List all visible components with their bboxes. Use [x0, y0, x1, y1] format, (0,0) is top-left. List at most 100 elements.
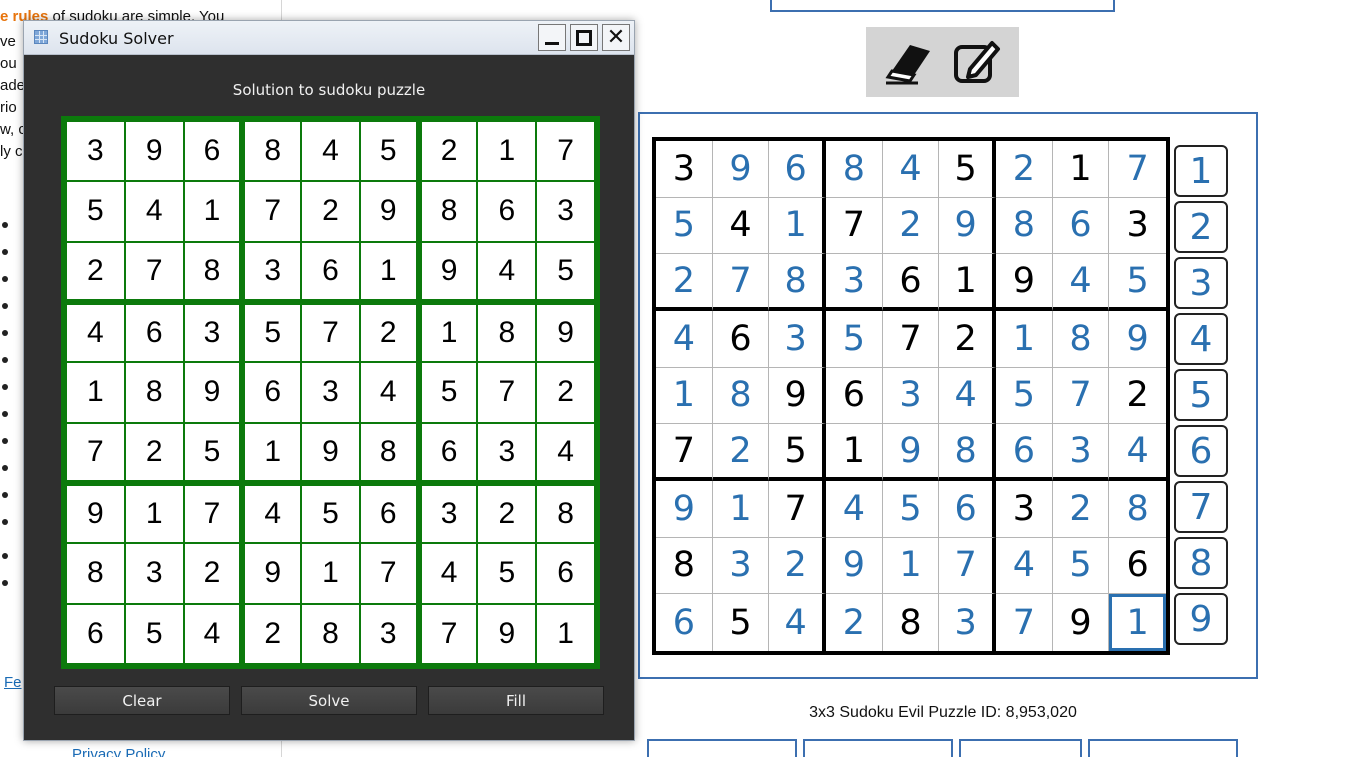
bottom-button-2[interactable]: [803, 739, 953, 757]
maximize-button[interactable]: [570, 24, 598, 51]
web-grid-cell[interactable]: 3: [769, 311, 826, 368]
web-grid-cell[interactable]: 3: [939, 594, 996, 651]
web-grid-cell[interactable]: 7: [1052, 367, 1110, 425]
web-grid-cell[interactable]: 2: [939, 311, 996, 368]
numpad-button-9[interactable]: 9: [1174, 593, 1228, 645]
web-grid-cell[interactable]: 6: [939, 481, 996, 538]
eraser-icon[interactable]: [884, 37, 934, 87]
web-grid-cell[interactable]: 5: [1109, 254, 1166, 311]
web-grid-cell[interactable]: 5: [1052, 537, 1110, 595]
web-grid-cell[interactable]: 4: [826, 481, 883, 538]
web-grid-cell[interactable]: 1: [656, 367, 713, 425]
web-grid-cell[interactable]: 7: [769, 481, 826, 538]
web-grid-cell[interactable]: 4: [712, 197, 770, 255]
web-grid-cell[interactable]: 3: [826, 254, 883, 311]
web-grid-cell[interactable]: 8: [769, 254, 826, 311]
web-grid-cell[interactable]: 2: [882, 197, 940, 255]
web-grid-cell[interactable]: 1: [996, 311, 1053, 368]
web-grid-cell[interactable]: 3: [656, 141, 713, 198]
solve-button[interactable]: Solve: [241, 686, 417, 715]
web-grid-cell[interactable]: 1: [1109, 594, 1166, 651]
web-grid-cell[interactable]: 3: [996, 481, 1053, 538]
web-grid-cell[interactable]: 8: [1109, 481, 1166, 538]
close-button[interactable]: ✕: [602, 24, 630, 51]
web-grid-cell[interactable]: 2: [1109, 368, 1166, 425]
web-grid-cell[interactable]: 3: [882, 367, 940, 425]
privacy-policy-link[interactable]: Privacy Policy: [72, 746, 165, 757]
web-grid-cell[interactable]: 3: [712, 537, 770, 595]
numpad-button-6[interactable]: 6: [1174, 425, 1228, 477]
web-grid-cell[interactable]: 6: [1109, 538, 1166, 595]
web-grid-cell[interactable]: 1: [826, 424, 883, 481]
web-grid-cell[interactable]: 7: [656, 424, 713, 481]
web-grid-cell[interactable]: 4: [656, 311, 713, 368]
numpad-button-4[interactable]: 4: [1174, 313, 1228, 365]
web-grid-cell[interactable]: 6: [1052, 197, 1110, 255]
web-grid-cell[interactable]: 2: [656, 254, 713, 311]
web-grid-cell[interactable]: 5: [826, 311, 883, 368]
bottom-button-4[interactable]: [1088, 739, 1238, 757]
window-titlebar[interactable]: Sudoku Solver ✕: [24, 21, 634, 55]
web-grid-cell[interactable]: 9: [1109, 311, 1166, 368]
web-grid-cell[interactable]: 7: [712, 254, 770, 311]
fill-button[interactable]: Fill: [428, 686, 604, 715]
web-grid-cell[interactable]: 8: [656, 537, 713, 595]
web-grid-cell[interactable]: 8: [996, 197, 1053, 255]
web-grid-cell[interactable]: 5: [882, 481, 940, 538]
web-grid-cell[interactable]: 6: [712, 311, 770, 368]
web-grid-cell[interactable]: 4: [1052, 254, 1110, 311]
web-grid-cell[interactable]: 7: [1109, 141, 1166, 198]
web-grid-cell[interactable]: 6: [826, 367, 883, 425]
web-grid-cell[interactable]: 5: [713, 594, 770, 651]
web-grid-cell[interactable]: 9: [656, 481, 713, 538]
web-grid-cell[interactable]: 6: [996, 424, 1053, 481]
web-grid-cell[interactable]: 3: [1109, 198, 1166, 255]
web-grid-cell[interactable]: 6: [656, 594, 713, 651]
web-grid-cell[interactable]: 9: [826, 537, 883, 595]
web-grid-cell[interactable]: 7: [939, 537, 996, 595]
web-grid-cell[interactable]: 7: [826, 197, 883, 255]
web-grid-cell[interactable]: 1: [882, 537, 940, 595]
web-grid-cell[interactable]: 2: [769, 537, 826, 595]
footer-link[interactable]: Fe: [4, 674, 22, 691]
clear-button[interactable]: Clear: [54, 686, 230, 715]
web-grid-cell[interactable]: 9: [712, 141, 770, 198]
web-grid-cell[interactable]: 9: [882, 424, 940, 481]
web-grid-cell[interactable]: 5: [996, 367, 1053, 425]
web-grid-cell[interactable]: 9: [1053, 594, 1110, 651]
web-grid-cell[interactable]: 4: [769, 594, 826, 651]
web-grid-cell[interactable]: 2: [712, 424, 770, 481]
web-grid-cell[interactable]: 4: [882, 141, 940, 198]
numpad-button-5[interactable]: 5: [1174, 369, 1228, 421]
minimize-button[interactable]: [538, 24, 566, 51]
web-grid-cell[interactable]: 4: [996, 537, 1053, 595]
web-grid-cell[interactable]: 8: [1052, 311, 1110, 368]
web-grid-cell[interactable]: 8: [826, 141, 883, 198]
web-grid-cell[interactable]: 5: [939, 141, 996, 198]
web-grid-cell[interactable]: 9: [939, 197, 996, 255]
numpad-button-1[interactable]: 1: [1174, 145, 1228, 197]
web-grid-cell[interactable]: 3: [1052, 424, 1110, 481]
web-grid-cell[interactable]: 1: [712, 481, 770, 538]
web-grid-cell[interactable]: 8: [939, 424, 996, 481]
web-grid-cell[interactable]: 6: [769, 141, 826, 198]
numpad-button-7[interactable]: 7: [1174, 481, 1228, 533]
web-grid-cell[interactable]: 1: [1052, 141, 1110, 198]
web-grid-cell[interactable]: 5: [769, 424, 826, 481]
web-grid-cell[interactable]: 4: [939, 367, 996, 425]
web-grid-cell[interactable]: 8: [712, 367, 770, 425]
bottom-button-1[interactable]: [647, 739, 797, 757]
web-grid-cell[interactable]: 7: [996, 594, 1053, 651]
web-grid-cell[interactable]: 2: [826, 594, 883, 651]
web-grid-cell[interactable]: 9: [996, 254, 1053, 311]
numpad-button-3[interactable]: 3: [1174, 257, 1228, 309]
web-grid-cell[interactable]: 2: [1052, 481, 1110, 538]
web-grid-cell[interactable]: 7: [882, 311, 940, 368]
web-grid-cell[interactable]: 8: [883, 594, 940, 651]
web-grid-cell[interactable]: 1: [769, 197, 826, 255]
web-grid-cell[interactable]: 4: [1109, 424, 1166, 481]
pencil-notes-icon[interactable]: [952, 37, 1002, 87]
web-grid-cell[interactable]: 1: [939, 254, 996, 311]
numpad-button-8[interactable]: 8: [1174, 537, 1228, 589]
bottom-button-3[interactable]: [959, 739, 1082, 757]
